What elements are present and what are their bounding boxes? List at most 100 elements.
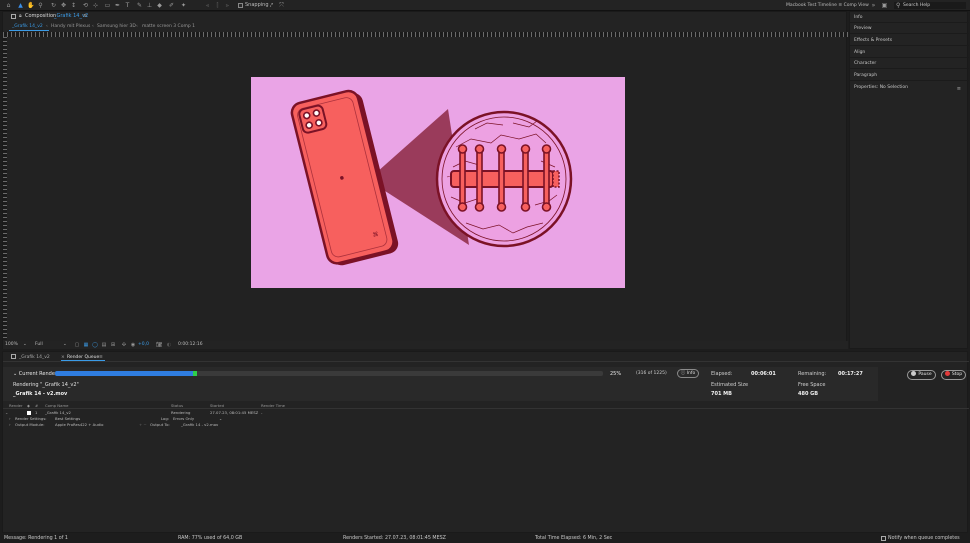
effects-presets-panel-tab[interactable]: Effects & Presets xyxy=(850,35,969,46)
breadcrumb-comp-2[interactable]: Handy mit Plexus xyxy=(51,23,90,30)
roto-brush-icon[interactable]: ✐ xyxy=(168,2,175,9)
info-panel-tab[interactable]: Info xyxy=(850,12,969,23)
hand-tool-icon[interactable]: ✋ xyxy=(27,2,34,9)
brush-tool-icon[interactable]: ✎ xyxy=(136,2,143,9)
transparency-grid-icon[interactable]: ▦ xyxy=(83,342,89,348)
panel-menu-icon[interactable]: ≡ xyxy=(83,13,87,20)
breadcrumb-comp-4[interactable]: matte screen 3 Comp 1 xyxy=(142,23,195,30)
composition-footer-bar: 100% ⌄ Full ⌄ ▢ ▦ ◯ ▤ ⊞ ✣ ◉ +0,0 📷︎ ◐ 0:… xyxy=(3,341,848,349)
pan-tool-icon[interactable]: ✥ xyxy=(60,2,67,9)
breadcrumb-comp-3[interactable]: Samsung hier 3D xyxy=(97,23,136,30)
channel-icon[interactable]: ✣ xyxy=(121,342,127,348)
panel-menu-icon[interactable]: ≡ xyxy=(957,86,961,92)
zoom-tool-icon[interactable]: ⚲ xyxy=(37,2,44,9)
status-message: Message: Rendering 1 of 1 xyxy=(4,536,68,541)
pause-button[interactable]: Pause xyxy=(907,370,936,380)
anchor-tool-icon[interactable]: ⊹ xyxy=(92,2,99,9)
clone-stamp-icon[interactable]: ⊥ xyxy=(146,2,153,9)
snap-grid-icon[interactable]: ⤧ xyxy=(278,2,285,9)
column-comp-name[interactable]: Comp Name xyxy=(45,403,69,409)
total-time-elapsed: Total Time Elapsed: 6 Min, 2 Sec xyxy=(535,536,613,541)
snapshot-icon[interactable]: 📷︎ xyxy=(156,342,162,348)
selection-tool-icon[interactable]: ▲ xyxy=(17,2,24,9)
properties-panel-label: Properties: No Selection xyxy=(854,85,908,90)
output-module-dropdown[interactable]: Apple ProRes422 + Audio xyxy=(55,422,103,428)
render-status-bar: Message: Rendering 1 of 1 RAM: 77% used … xyxy=(0,533,970,543)
info-button-label: Info xyxy=(686,371,696,376)
expand-workspaces-icon[interactable]: » xyxy=(870,2,877,9)
render-progress-tip xyxy=(193,371,197,376)
align-panel-tab[interactable]: Align xyxy=(850,47,969,58)
exposure-value[interactable]: +0,0 xyxy=(138,342,149,348)
character-panel-tab[interactable]: Character xyxy=(850,58,969,69)
guides-icon[interactable]: ▤ xyxy=(101,342,107,348)
info-panel-label: Info xyxy=(854,15,863,20)
paragraph-panel-tab[interactable]: Paragraph xyxy=(850,70,969,81)
breadcrumb-comp-1[interactable]: _Grafik 14_v2 xyxy=(12,23,43,30)
snap-options-icon[interactable]: ⤤ xyxy=(268,2,275,9)
current-render-section: ⌄ Current Render 25% (316 of 1225) ⓘ Inf… xyxy=(3,367,878,401)
info-button[interactable]: ⓘ Info xyxy=(677,369,699,378)
column-render[interactable]: Render xyxy=(9,403,23,409)
pen-tool-icon[interactable]: ✒ xyxy=(114,2,121,9)
render-queue-panel: _Grafik 14_v2 × Render Queue ≡ ⌄ Current… xyxy=(2,351,969,533)
notify-checkbox[interactable] xyxy=(881,536,886,541)
properties-panel-tab[interactable]: Properties: No Selection xyxy=(850,82,969,93)
snapping-label: Snapping xyxy=(245,2,269,8)
home-icon[interactable]: ⌂ xyxy=(5,2,12,9)
rendering-comp-name: Rendering "_Grafik 14_v2" xyxy=(13,382,79,388)
close-tab-icon[interactable] xyxy=(11,354,16,359)
composition-flowchart-breadcrumb: _Grafik 14_v2 ‹ Handy mit Plexus ‹ Samsu… xyxy=(3,22,848,31)
color-management-icon[interactable]: ◉ xyxy=(130,342,136,348)
region-of-interest-icon[interactable]: ▢ xyxy=(74,342,80,348)
column-started[interactable]: Started xyxy=(210,403,224,409)
magnified-circuit-lens xyxy=(435,110,573,248)
align-center-icon[interactable]: ⫿ xyxy=(214,2,221,9)
stop-button-label: Stop xyxy=(951,372,963,377)
dolly-tool-icon[interactable]: ↕ xyxy=(70,2,77,9)
mask-visibility-icon[interactable]: ◯ xyxy=(92,342,98,348)
composition-frame[interactable]: ⌘ xyxy=(251,77,625,288)
column-render-time[interactable]: Render Time xyxy=(261,403,285,409)
render-percent: 25% xyxy=(610,371,622,377)
align-right-icon[interactable]: ⫸ xyxy=(224,2,231,9)
workspace-title[interactable]: Macbook Test Timeline ≡ Comp View xyxy=(786,2,869,9)
current-render-text: Current Render xyxy=(18,371,57,377)
stop-button[interactable]: Stop xyxy=(941,370,966,380)
show-snapshot-icon[interactable]: ◐ xyxy=(166,342,172,348)
label-column-icon[interactable]: ◆ xyxy=(27,403,30,409)
eraser-icon[interactable]: ◆ xyxy=(156,2,163,9)
type-tool-icon[interactable]: T xyxy=(124,2,131,9)
tab-timeline[interactable]: _Grafik 14_v2 xyxy=(19,354,50,361)
horizontal-ruler[interactable] xyxy=(3,32,848,37)
puppet-pin-icon[interactable]: ✦ xyxy=(180,2,187,9)
display-icon[interactable]: ▣ xyxy=(881,2,888,9)
stop-icon xyxy=(944,371,950,376)
ram-usage: RAM: 77% used of 64,0 GB xyxy=(178,536,243,541)
preview-panel-label: Preview xyxy=(854,26,872,31)
align-left-icon[interactable]: ⫷ xyxy=(204,2,211,9)
lock-icon[interactable]: 🔒︎ xyxy=(19,13,22,20)
preview-panel-tab[interactable]: Preview xyxy=(850,23,969,34)
search-help-field[interactable]: ⚲ Search Help xyxy=(894,2,966,9)
add-output-icon[interactable]: + − xyxy=(139,422,147,428)
render-queue-tabs: _Grafik 14_v2 × Render Queue ≡ xyxy=(3,352,969,362)
column-index[interactable]: # xyxy=(35,403,38,409)
orbit-tool-icon[interactable]: ↻ xyxy=(50,2,57,9)
column-status[interactable]: Status xyxy=(171,403,183,409)
output-to-path[interactable]: _Grafik 14 - v2.mov xyxy=(181,422,218,428)
composition-viewer[interactable]: ⌘ xyxy=(8,38,846,341)
magnification-dropdown[interactable]: 100% xyxy=(5,342,18,348)
3d-view-icon[interactable]: ⊞ xyxy=(110,342,116,348)
current-render-label[interactable]: ⌄ Current Render xyxy=(13,371,57,377)
close-panel-icon[interactable] xyxy=(11,14,16,19)
current-time-display[interactable]: 0:00:12:16 xyxy=(178,342,203,348)
render-checkbox[interactable] xyxy=(27,411,31,415)
rotate-tool-icon[interactable]: ⟲ xyxy=(82,2,89,9)
chevron-down-icon: ⌄ xyxy=(23,342,27,347)
vertical-ruler[interactable] xyxy=(3,37,7,340)
rectangle-tool-icon[interactable]: ▭ xyxy=(104,2,111,9)
chevron-right-icon[interactable]: › xyxy=(9,422,11,428)
resolution-dropdown[interactable]: Full xyxy=(35,342,43,348)
snapping-checkbox[interactable] xyxy=(238,3,243,8)
